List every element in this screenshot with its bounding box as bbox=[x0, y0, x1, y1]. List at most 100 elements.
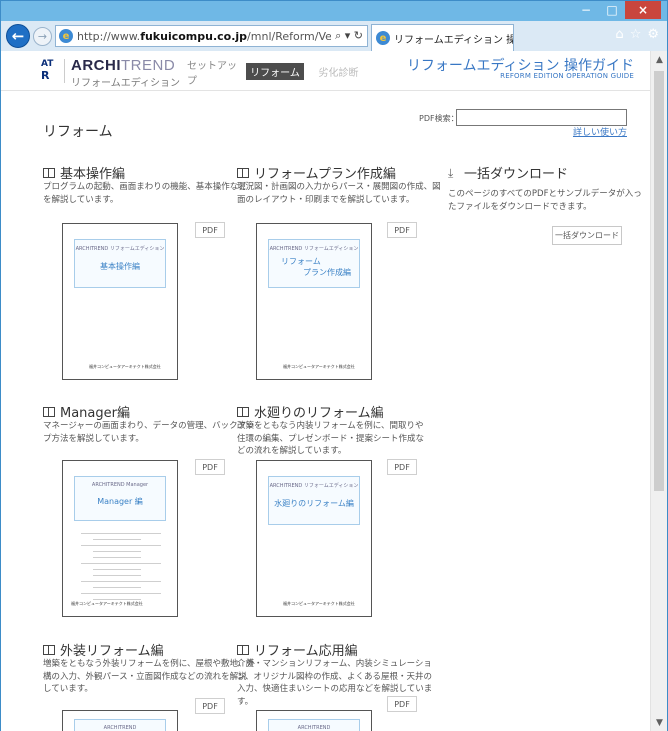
url-prefix: http://www. bbox=[77, 29, 141, 43]
card-title-text: Manager編 bbox=[60, 406, 130, 421]
address-url[interactable]: http://www.fukuicompu.co.jp/mnl/Reform/V… bbox=[77, 30, 331, 43]
pdf-button[interactable]: PDF bbox=[195, 222, 225, 238]
title-bar: − □ × bbox=[1, 1, 667, 21]
cover-logo: ARCHITREND bbox=[103, 725, 137, 731]
address-controls[interactable]: ⌕ ▾ ↻ bbox=[331, 29, 367, 43]
address-bar[interactable]: e http://www.fukuicompu.co.jp/mnl/Reform… bbox=[55, 25, 368, 47]
manual-cover[interactable]: ARCHITREND bbox=[256, 710, 372, 731]
browser-window: − □ × ← → e http://www.fukuicompu.co.jp/… bbox=[0, 0, 668, 731]
manual-cover[interactable]: ARCHITREND Manager Manager 編 福井コンピュータアーキ… bbox=[62, 460, 178, 617]
cover-title-box: ARCHITREND リフォームエディション 基本操作編 bbox=[74, 239, 166, 288]
home-icon[interactable]: ⌂ bbox=[615, 27, 623, 42]
bulk-download: ⤓ 一括ダウンロード このページのすべてのPDFとサンプルデータが入ったファイルを… bbox=[448, 163, 648, 245]
cover-title-line-2: プラン作成編 bbox=[303, 268, 351, 277]
pdf-button[interactable]: PDF bbox=[387, 222, 417, 238]
book-icon bbox=[43, 406, 55, 417]
card-description: 改築をともなう内装リフォームを例に、間取りや住環の編集、プレゼンボード・提案シー… bbox=[237, 421, 425, 456]
forward-button[interactable]: → bbox=[33, 27, 52, 46]
card-title-text: 水廻りのリフォーム編 bbox=[254, 406, 384, 421]
cover-title: 基本操作編 bbox=[100, 262, 140, 271]
manual-cover[interactable]: ARCHITREND リフォームエディション リフォームプラン作成編 福井コンピ… bbox=[256, 223, 372, 380]
pdf-button[interactable]: PDF bbox=[195, 459, 225, 475]
card-title-text: 外装リフォーム編 bbox=[60, 644, 164, 659]
book-icon bbox=[237, 406, 249, 417]
pdf-search-label: PDF検索： bbox=[419, 114, 459, 123]
book-icon bbox=[237, 167, 249, 178]
nav-setup[interactable]: セットアップ bbox=[187, 61, 242, 87]
browser-tab[interactable]: e リフォームエディション 操作ガイ... × bbox=[371, 24, 514, 51]
cover-title-box: ARCHITREND リフォームエディション リフォームプラン作成編 bbox=[268, 239, 360, 288]
vertical-scrollbar[interactable]: ▲ ▼ bbox=[650, 51, 667, 731]
url-domain: fukuicompu.co.jp bbox=[140, 29, 248, 43]
book-icon bbox=[237, 644, 249, 655]
back-button[interactable]: ← bbox=[6, 24, 30, 48]
manual-card-plan: リフォームプラン作成編 現況図・計画図の入力からパース・展開図の作成、図面のレイ… bbox=[237, 163, 441, 383]
pdf-button[interactable]: PDF bbox=[387, 696, 417, 712]
minimize-button[interactable]: − bbox=[573, 1, 599, 19]
logo-name-light: TREND bbox=[121, 57, 176, 74]
card-description: 増築をともなう外装リフォームを例に、屋根や敷地、外構の入力、外観パース・立面図作… bbox=[43, 659, 255, 694]
nav-reform[interactable]: リフォーム bbox=[246, 63, 304, 80]
pdf-button[interactable]: PDF bbox=[195, 698, 225, 714]
scroll-down-icon[interactable]: ▼ bbox=[651, 714, 668, 731]
card-title[interactable]: 基本操作編 bbox=[43, 163, 125, 182]
nav-diagnosis[interactable]: 劣化診断 bbox=[311, 63, 366, 80]
pdf-search-input[interactable] bbox=[456, 109, 627, 126]
card-title-text: 基本操作編 bbox=[60, 167, 126, 182]
tab-title: リフォームエディション 操作ガイ... bbox=[394, 34, 513, 46]
cover-publisher: 福井コンピュータアーキテクト株式会社 bbox=[71, 601, 143, 606]
gear-icon[interactable]: ⚙ bbox=[647, 27, 659, 42]
site-logo[interactable]: ARCHITREND bbox=[71, 57, 175, 74]
card-description: プログラムの起動、画面まわりの機能、基本操作などを解説しています。 bbox=[43, 182, 247, 205]
manual-card-manager: Manager編 マネージャーの画面まわり、データの管理、バックアップ方法を解説… bbox=[43, 402, 255, 627]
cover-title: Manager 編 bbox=[97, 497, 143, 506]
bulk-download-description: このページのすべてのPDFとサンプルデータが入ったファイルをダウンロードできます… bbox=[448, 189, 642, 212]
logo-name-bold: ARCHI bbox=[71, 57, 121, 74]
ie-icon: e bbox=[59, 29, 73, 43]
cover-title: 水廻りのリフォーム編 bbox=[274, 499, 354, 508]
card-description: マネージャーの画面まわり、データの管理、バックアップ方法を解説しています。 bbox=[43, 421, 255, 444]
cover-publisher: 福井コンピュータアーキテクト株式会社 bbox=[89, 364, 161, 369]
manual-card-advanced: リフォーム応用編 介護・マンションリフォーム、内装シミュレーション、オリジナル図… bbox=[237, 640, 432, 731]
pdf-button[interactable]: PDF bbox=[387, 459, 417, 475]
favorites-icon[interactable]: ☆ bbox=[630, 27, 642, 42]
toolbar-icons: ⌂ ☆ ⚙ bbox=[615, 27, 659, 42]
card-title[interactable]: Manager編 bbox=[43, 402, 130, 421]
close-button[interactable]: × bbox=[625, 1, 661, 19]
cover-logo: ARCHITREND リフォームエディション bbox=[269, 246, 359, 252]
manual-cover[interactable]: ARCHITREND リフォームエディション 水廻りのリフォーム編 福井コンピュ… bbox=[256, 460, 372, 617]
card-title[interactable]: リフォームプラン作成編 bbox=[237, 163, 396, 182]
page-viewport: AT R ARCHITREND リフォームエディション セットアップ リフォーム… bbox=[1, 51, 650, 731]
scroll-up-icon[interactable]: ▲ bbox=[651, 51, 668, 68]
card-title[interactable]: 水廻りのリフォーム編 bbox=[237, 402, 384, 421]
cover-publisher: 福井コンピュータアーキテクト株式会社 bbox=[283, 364, 355, 369]
logo-r-text: R bbox=[41, 69, 50, 82]
manual-card-exterior: 外装リフォーム編 増築をともなう外装リフォームを例に、屋根や敷地、外構の入力、外… bbox=[43, 640, 255, 731]
manual-cover[interactable]: ARCHITREND リフォームエディション 基本操作編 福井コンピュータアーキ… bbox=[62, 223, 178, 380]
cover-publisher: 福井コンピュータアーキテクト株式会社 bbox=[283, 601, 355, 606]
card-title[interactable]: リフォーム応用編 bbox=[237, 640, 358, 659]
cover-toc bbox=[81, 533, 161, 605]
help-link[interactable]: 詳しい使い方 bbox=[573, 125, 627, 138]
tab-ie-icon: e bbox=[376, 31, 390, 45]
cover-title-box: ARCHITREND リフォームエディション 水廻りのリフォーム編 bbox=[268, 476, 360, 525]
window-controls: − □ × bbox=[573, 1, 661, 19]
manual-cover[interactable]: ARCHITREND bbox=[62, 710, 178, 731]
cover-title: リフォームプラン作成編 bbox=[269, 256, 359, 278]
cover-title-box: ARCHITREND bbox=[268, 719, 360, 731]
page-title: リフォーム bbox=[43, 124, 113, 140]
site-header: AT R ARCHITREND リフォームエディション セットアップ リフォーム… bbox=[1, 51, 650, 91]
cover-title-box: ARCHITREND Manager Manager 編 bbox=[74, 476, 166, 521]
bulk-download-button[interactable]: 一括ダウンロード bbox=[552, 226, 622, 245]
browser-toolbar: ← → e http://www.fukuicompu.co.jp/mnl/Re… bbox=[1, 21, 667, 51]
card-description: 現況図・計画図の入力からパース・展開図の作成、図面のレイアウト・印刷までを解説し… bbox=[237, 182, 441, 205]
cover-logo: ARCHITREND リフォームエディション bbox=[75, 246, 165, 252]
scroll-thumb[interactable] bbox=[654, 71, 664, 491]
bulk-download-title: ⤓ 一括ダウンロード bbox=[448, 163, 648, 183]
cover-logo: ARCHITREND リフォームエディション bbox=[269, 483, 359, 489]
book-icon bbox=[43, 644, 55, 655]
card-title[interactable]: 外装リフォーム編 bbox=[43, 640, 164, 659]
cover-title-line-1: リフォーム bbox=[281, 257, 321, 266]
card-title-text: リフォームプラン作成編 bbox=[254, 167, 396, 182]
maximize-button[interactable]: □ bbox=[599, 1, 625, 19]
